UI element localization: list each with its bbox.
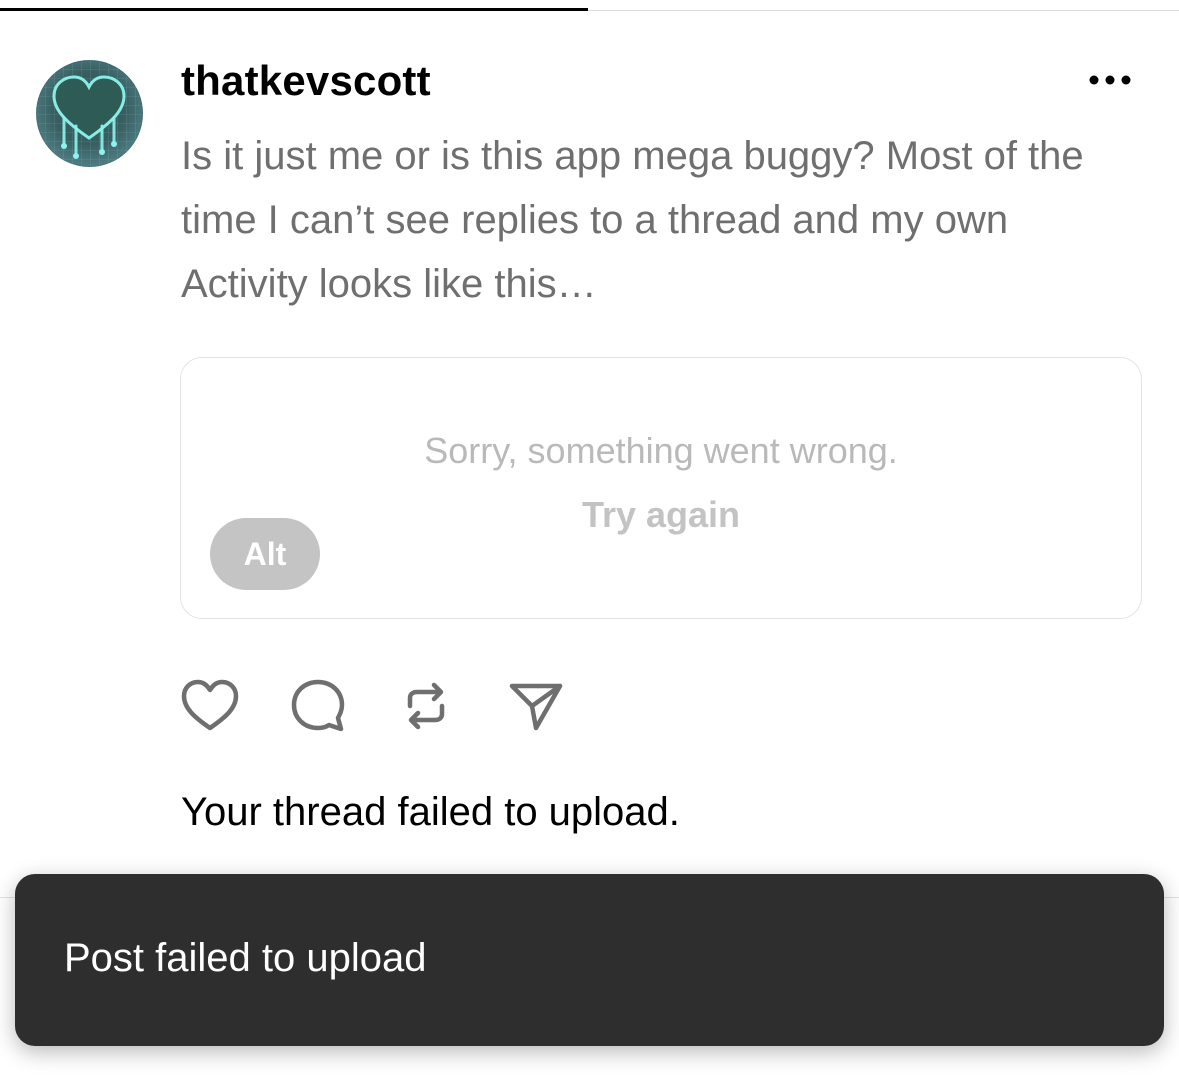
reply-button[interactable] [288, 676, 348, 736]
repost-button[interactable] [396, 676, 456, 736]
neon-heart-avatar-icon[interactable] [36, 60, 143, 167]
thread-upload-status: Your thread failed to upload. [181, 790, 680, 834]
repost-icon [407, 682, 445, 730]
media-error-message: Sorry, something went wrong. [424, 430, 898, 471]
try-again-button[interactable]: Try again [181, 494, 1141, 536]
more-options-button[interactable] [1084, 64, 1136, 96]
media-error-card: Sorry, something went wrong. Try again A… [180, 357, 1142, 619]
tab-divider [588, 10, 1179, 11]
more-horizontal-icon [1089, 75, 1131, 85]
upload-failed-toast[interactable]: Post failed to upload [15, 874, 1164, 1046]
like-button[interactable] [180, 676, 240, 736]
send-icon [509, 683, 563, 731]
toast-message: Post failed to upload [64, 936, 427, 980]
post-body-text: Is it just me or is this app mega buggy?… [181, 134, 1084, 306]
active-tab-indicator [0, 8, 588, 11]
post-username[interactable]: thatkevscott [181, 56, 431, 106]
share-button[interactable] [506, 676, 566, 736]
alt-text-badge[interactable]: Alt [210, 518, 320, 590]
comment-icon [291, 679, 345, 732]
heart-icon [181, 679, 239, 731]
